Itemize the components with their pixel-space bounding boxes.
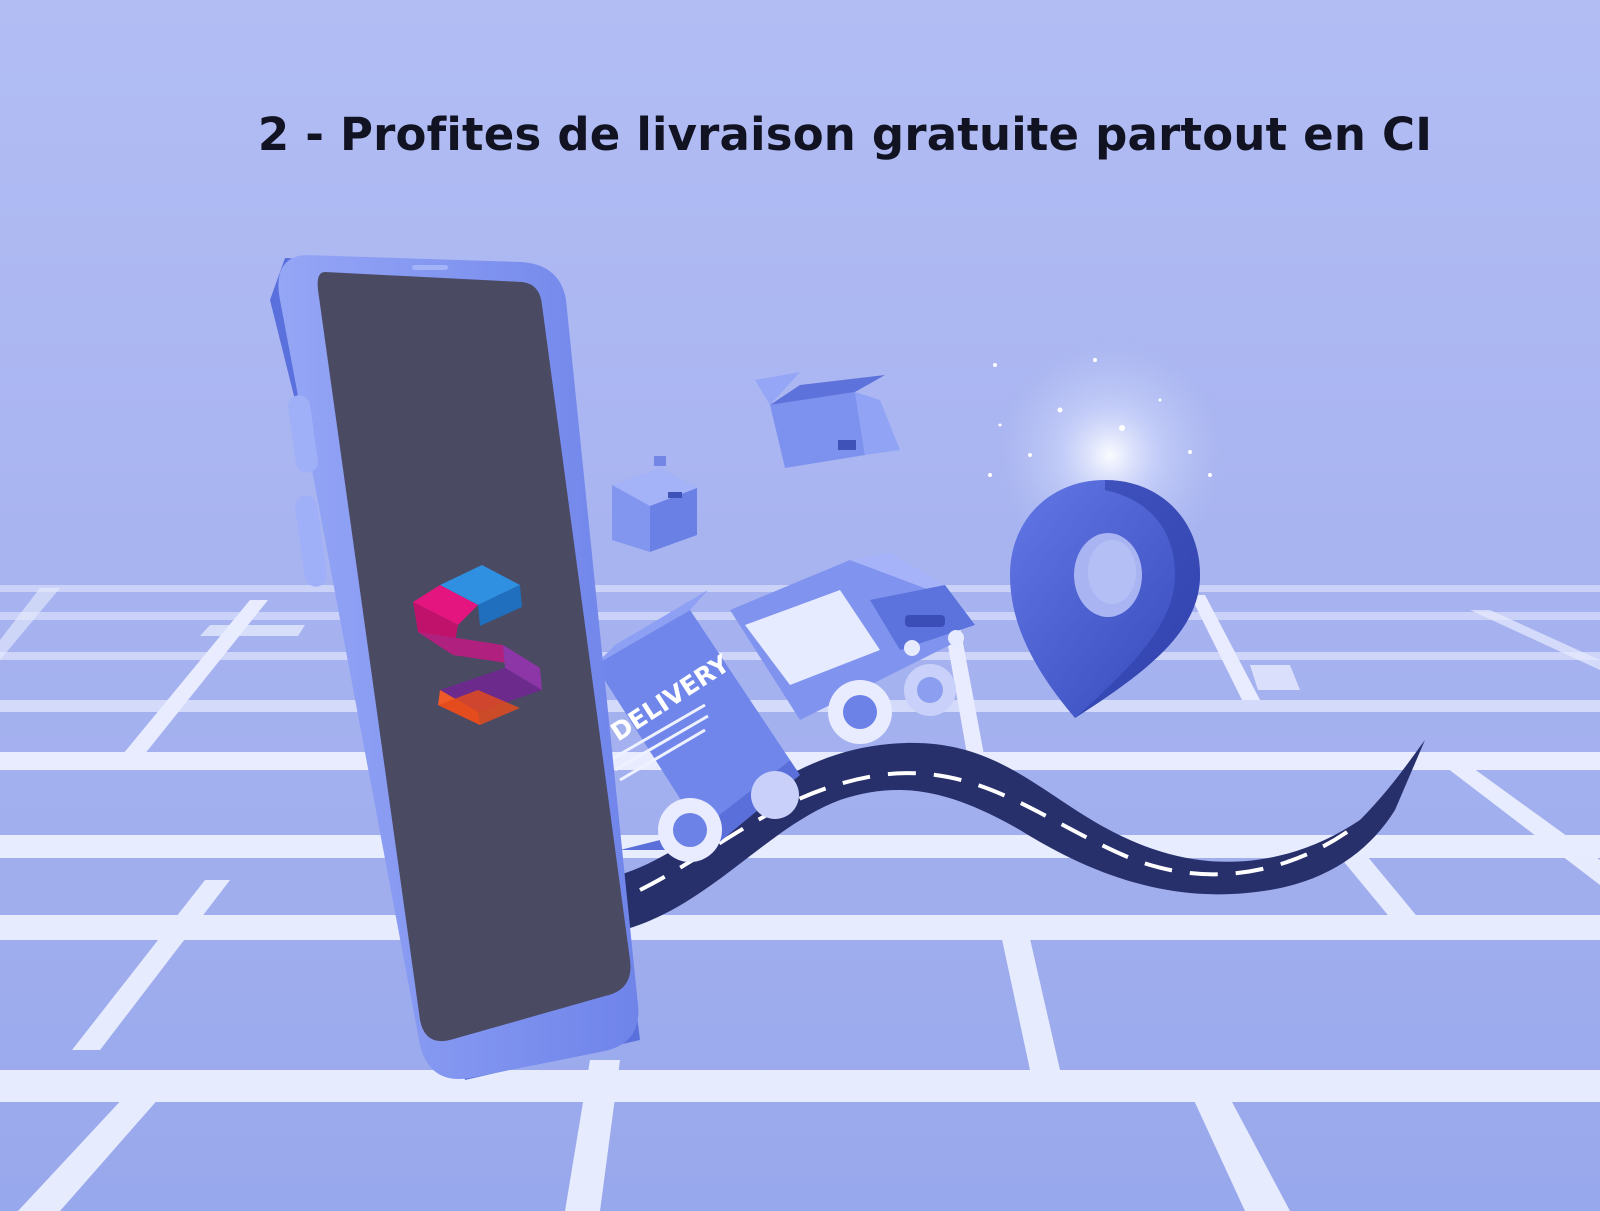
headline: 2 - Profites de livraison gratuite parto…	[257, 108, 1433, 161]
promo-banner: DELIVERY 2 - Profites de livraison gratu…	[0, 0, 1600, 1211]
delivery-scene: DELIVERY	[0, 0, 1600, 1211]
